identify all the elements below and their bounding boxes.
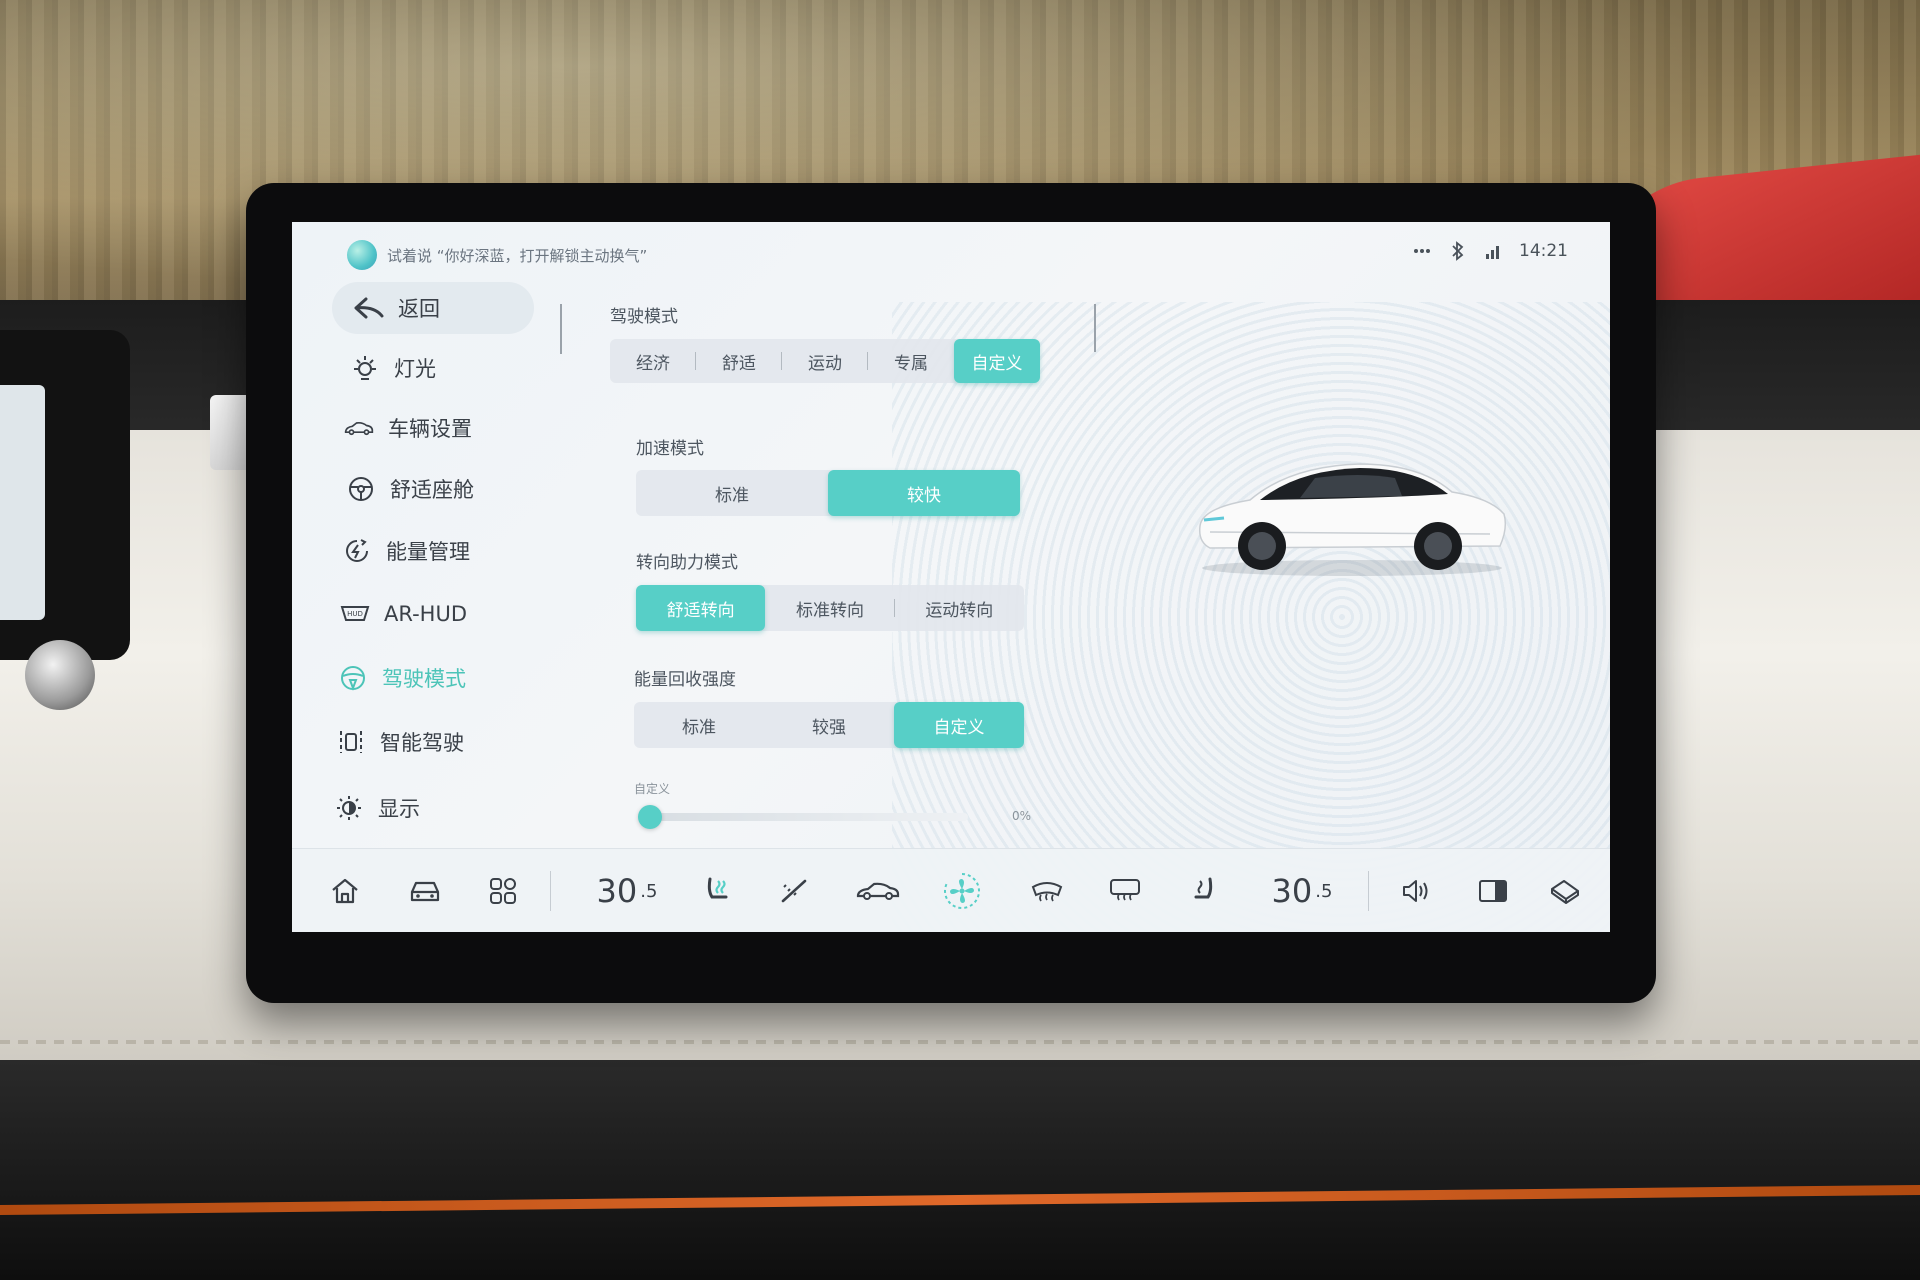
sidebar-item-label: 智能驾驶 [380,731,464,755]
sidebar-divider [560,304,562,354]
bottom-dock: 30.5 30.5 [292,848,1610,932]
sidebar-item-label: 舒适座舱 [390,478,474,502]
drive-mode-selector: 经济 舒适 运动 专属 自定义 [610,339,1040,383]
infotainment-screen: 试着说 “你好深蓝，打开解锁主动换气” 14:21 返回 灯光 车辆设置 舒适座… [292,222,1610,932]
sidebar-item-label: 显示 [378,797,420,821]
mode-sport[interactable]: 运动 [782,339,868,383]
drive-mode-icon [338,663,368,693]
more-dots-icon[interactable] [1411,240,1433,262]
sidebar-item-label: AR-HUD [384,602,468,626]
steer-sport[interactable]: 运动转向 [895,585,1024,631]
sidebar-item-label: 灯光 [394,357,436,381]
acceleration-selector: 标准 较快 [636,470,1020,516]
dashboard-stitch [0,1040,1920,1044]
drive-mode-title: 驾驶模式 [610,307,678,327]
regen-custom-label: 自定义 [634,782,671,796]
assistant-hint: 试着说 “你好深蓝，打开解锁主动换气” [387,247,648,265]
sidebar-item-label: 车辆设置 [388,417,472,441]
passenger-seat-icon[interactable] [1180,849,1230,932]
car-icon [344,413,374,443]
sidebar-item-label: 驾驶模式 [382,667,466,691]
voice-assistant-icon[interactable] [347,240,377,270]
dashboard-lower [0,1060,1920,1280]
sidebar-item-display[interactable]: 显示 [334,782,420,834]
regen-standard[interactable]: 标准 [634,702,764,748]
volume-icon[interactable] [1392,849,1442,932]
regen-label: 能量回收强度 [634,670,736,690]
regen-strong[interactable]: 较强 [764,702,894,748]
sidebar-item-drive-mode[interactable]: 驾驶模式 [338,652,466,704]
regen-selector: 标准 较强 自定义 [634,702,1024,748]
driver-temperature[interactable]: 30.5 [577,849,677,932]
energy-icon [342,536,372,566]
signal-icon [1483,240,1505,262]
control-knob[interactable] [25,640,95,710]
home-icon[interactable] [322,849,368,932]
sidebar-item-ar-hud[interactable]: HUD AR-HUD [340,588,467,640]
svg-text:HUD: HUD [347,610,363,618]
steer-comfort[interactable]: 舒适转向 [636,585,766,631]
back-button[interactable]: 返回 [332,282,534,334]
sidebar-item-label: 能量管理 [386,540,470,564]
split-screen-icon[interactable] [1468,849,1518,932]
mode-custom[interactable]: 自定义 [954,339,1040,383]
instrument-cluster-screen [0,385,45,620]
driver-temp-int: 30 [596,872,638,910]
sidebar-item-lighting[interactable]: 灯光 [350,342,436,394]
car-outline-icon[interactable] [400,849,450,932]
dock-separator [1368,871,1369,911]
accel-standard[interactable]: 标准 [636,470,828,516]
light-icon [350,353,380,383]
car-side-icon[interactable] [848,849,908,932]
mode-eco[interactable]: 经济 [610,339,696,383]
rear-defrost-icon[interactable] [1100,849,1150,932]
steering-label: 转向助力模式 [636,553,738,573]
sidebar-item-smart-drive[interactable]: 智能驾驶 [336,716,464,768]
front-defrost-icon[interactable] [1022,849,1072,932]
vehicle-illustration [1198,463,1507,576]
mode-comfort[interactable]: 舒适 [696,339,782,383]
steer-standard[interactable]: 标准转向 [765,585,895,631]
dock-separator [550,871,551,911]
regen-slider-thumb[interactable] [638,805,662,829]
regen-value: 0% [1012,809,1032,823]
back-arrow-icon [354,293,384,323]
regen-custom[interactable]: 自定义 [894,702,1024,748]
status-area: 14:21 [1411,240,1568,262]
sidebar-item-energy[interactable]: 能量管理 [342,525,470,577]
sidebar-item-vehicle-settings[interactable]: 车辆设置 [344,402,472,454]
fan-icon[interactable] [932,849,992,932]
bluetooth-icon [1447,240,1469,262]
mode-exclusive[interactable]: 专属 [868,339,954,383]
steering-selector: 舒适转向 标准转向 运动转向 [636,585,1024,631]
wiper-icon[interactable] [770,849,820,932]
back-label: 返回 [398,297,440,321]
clock: 14:21 [1519,241,1568,261]
accel-fast[interactable]: 较快 [828,470,1020,516]
acceleration-label: 加速模式 [636,439,704,459]
passenger-temp-dec: .5 [1315,880,1333,902]
panel-divider [1094,304,1096,352]
passenger-temp-int: 30 [1271,872,1313,910]
driver-temp-dec: .5 [640,880,658,902]
apps-grid-icon[interactable] [480,849,526,932]
clean-icon[interactable] [1540,849,1590,932]
sidebar-item-comfort-cabin[interactable]: 舒适座舱 [346,463,474,515]
display-icon [334,793,364,823]
smart-drive-icon [336,727,366,757]
hud-icon: HUD [340,599,370,629]
seat-heat-icon[interactable] [692,849,742,932]
steering-wheel-icon [346,474,376,504]
passenger-temperature[interactable]: 30.5 [1252,849,1352,932]
regen-slider-track[interactable] [638,813,968,821]
